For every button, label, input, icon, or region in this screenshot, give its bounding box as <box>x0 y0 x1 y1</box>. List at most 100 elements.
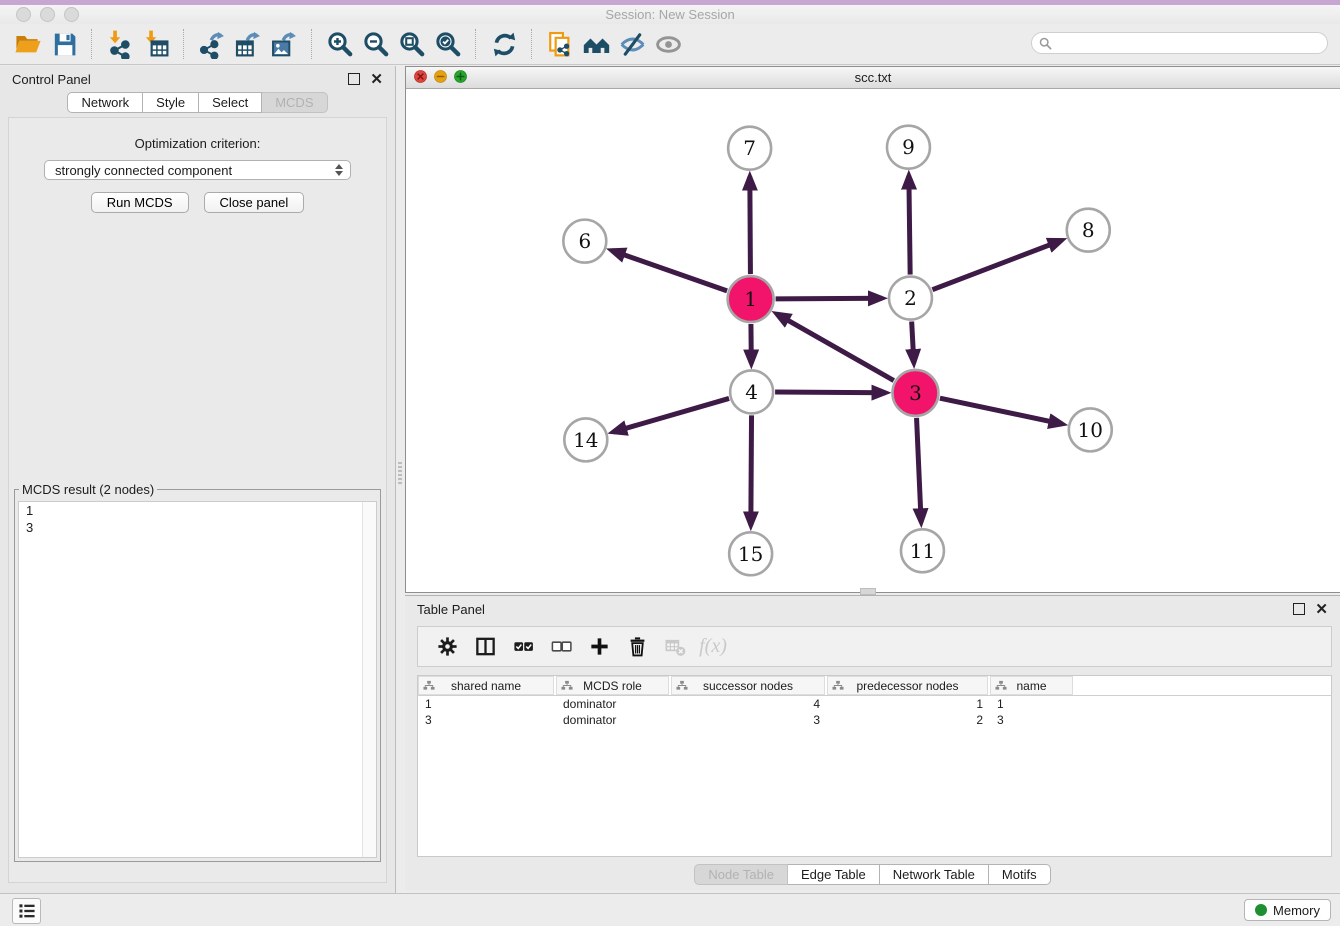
control-panel-close-icon[interactable]: ✕ <box>370 73 383 86</box>
hide-navigator-icon[interactable] <box>614 27 650 61</box>
open-session-icon[interactable] <box>10 27 46 61</box>
column-header-successor-nodes[interactable]: successor nodes <box>671 676 825 695</box>
toolbar-separator <box>475 29 477 59</box>
network-zoom-icon[interactable] <box>454 70 467 83</box>
clone-network-icon[interactable] <box>542 27 578 61</box>
search-box[interactable] <box>1031 32 1328 54</box>
window-minimize-button[interactable] <box>40 7 55 22</box>
export-network-icon[interactable] <box>194 27 230 61</box>
refresh-layout-icon[interactable] <box>486 27 522 61</box>
edge-4-14[interactable] <box>613 398 729 432</box>
column-header-name[interactable]: name <box>990 676 1073 695</box>
show-details-icon[interactable] <box>650 27 686 61</box>
search-input[interactable] <box>1052 34 1327 52</box>
network-window-titlebar[interactable]: scc.txt <box>406 67 1340 89</box>
table-panel-close-icon[interactable]: ✕ <box>1315 603 1328 616</box>
deselect-all-icon[interactable] <box>542 632 580 662</box>
network-close-icon[interactable] <box>414 70 427 83</box>
zoom-out-icon[interactable] <box>358 27 394 61</box>
table-tab-network-table[interactable]: Network Table <box>880 864 989 885</box>
table-cell: 4 <box>671 697 827 711</box>
window-zoom-button[interactable] <box>64 7 79 22</box>
export-image-icon[interactable] <box>266 27 302 61</box>
node-15[interactable]: 15 <box>729 532 772 575</box>
import-table-icon[interactable] <box>138 27 174 61</box>
column-header-MCDS-role[interactable]: MCDS role <box>556 676 669 695</box>
vertical-splitter-grip[interactable] <box>398 462 402 486</box>
table-panel-title: Table Panel <box>417 602 485 617</box>
memory-status-dot <box>1255 904 1267 916</box>
node-11[interactable]: 11 <box>901 529 944 572</box>
svg-text:2: 2 <box>904 286 917 310</box>
node-3[interactable]: 3 <box>892 370 938 416</box>
gear-icon[interactable] <box>428 632 466 662</box>
node-10[interactable]: 10 <box>1069 408 1112 451</box>
control-panel-tabs: NetworkStyleSelectMCDS <box>0 92 395 113</box>
control-panel-float-icon[interactable] <box>348 73 360 85</box>
edge-2-3[interactable] <box>912 322 914 363</box>
result-scrollbar[interactable] <box>362 502 376 857</box>
tab-mcds[interactable]: MCDS <box>262 92 327 113</box>
table-tab-edge-table[interactable]: Edge Table <box>788 864 880 885</box>
optimization-select[interactable]: strongly connected component <box>44 160 351 180</box>
node-6[interactable]: 6 <box>563 220 606 263</box>
columns-icon[interactable] <box>466 632 504 662</box>
tab-select[interactable]: Select <box>199 92 262 113</box>
add-row-icon[interactable] <box>580 632 618 662</box>
edge-1-7[interactable] <box>750 177 751 274</box>
window-close-button[interactable] <box>16 7 31 22</box>
delete-row-icon[interactable] <box>618 632 656 662</box>
import-network-icon[interactable] <box>102 27 138 61</box>
select-all-icon[interactable] <box>504 632 542 662</box>
node-2[interactable]: 2 <box>889 277 932 320</box>
edge-3-11[interactable] <box>917 418 922 522</box>
column-header-predecessor-nodes[interactable]: predecessor nodes <box>827 676 988 695</box>
close-panel-button[interactable]: Close panel <box>204 192 305 213</box>
tab-network[interactable]: Network <box>67 92 143 113</box>
mcds-result-box: MCDS result (2 nodes) 13 <box>14 482 381 862</box>
search-icon <box>1039 37 1052 50</box>
zoom-in-icon[interactable] <box>322 27 358 61</box>
table-panel-float-icon[interactable] <box>1293 603 1305 615</box>
edge-1-2[interactable] <box>776 298 882 299</box>
table-tab-node-table[interactable]: Node Table <box>694 864 788 885</box>
edge-2-9[interactable] <box>909 176 910 275</box>
save-session-icon[interactable] <box>46 27 82 61</box>
table-cell: 3 <box>671 713 827 727</box>
svg-text:3: 3 <box>909 381 922 405</box>
horizontal-splitter-grip[interactable] <box>860 588 876 595</box>
column-header-shared-name[interactable]: shared name <box>418 676 554 695</box>
node-4[interactable]: 4 <box>730 370 773 413</box>
node-1[interactable]: 1 <box>728 276 774 322</box>
svg-text:9: 9 <box>902 135 915 159</box>
memory-button[interactable]: Memory <box>1244 899 1331 921</box>
edge-3-1[interactable] <box>777 314 894 381</box>
table-row[interactable]: 3dominator323 <box>418 712 1331 728</box>
network-graph[interactable]: 7 9 6 8 1 2 4 3 14 10 15 11 <box>406 89 1340 593</box>
list-icon <box>18 903 36 919</box>
zoom-fit-icon[interactable] <box>394 27 430 61</box>
task-history-button[interactable] <box>12 898 41 924</box>
edge-3-10[interactable] <box>940 398 1062 424</box>
run-mcds-button[interactable]: Run MCDS <box>91 192 189 213</box>
network-minimize-icon[interactable] <box>434 70 447 83</box>
table-tab-motifs[interactable]: Motifs <box>989 864 1051 885</box>
node-9[interactable]: 9 <box>887 126 930 169</box>
mcds-result-title: MCDS result (2 nodes) <box>19 482 157 497</box>
table-row[interactable]: 1dominator411 <box>418 696 1331 712</box>
edge-4-3[interactable] <box>775 392 885 393</box>
node-14[interactable]: 14 <box>564 418 607 461</box>
edge-2-8[interactable] <box>932 240 1061 289</box>
edge-1-6[interactable] <box>612 250 727 290</box>
mcds-panel: Optimization criterion: strongly connect… <box>8 117 387 883</box>
export-table-icon[interactable] <box>230 27 266 61</box>
svg-text:11: 11 <box>910 539 935 563</box>
home-icon[interactable] <box>578 27 614 61</box>
edge-4-15[interactable] <box>751 415 752 525</box>
zoom-selected-icon[interactable] <box>430 27 466 61</box>
tab-style[interactable]: Style <box>143 92 199 113</box>
app-titlebar: Session: New Session <box>0 5 1340 24</box>
svg-text:4: 4 <box>745 380 758 404</box>
node-8[interactable]: 8 <box>1067 209 1110 252</box>
node-7[interactable]: 7 <box>728 127 771 170</box>
